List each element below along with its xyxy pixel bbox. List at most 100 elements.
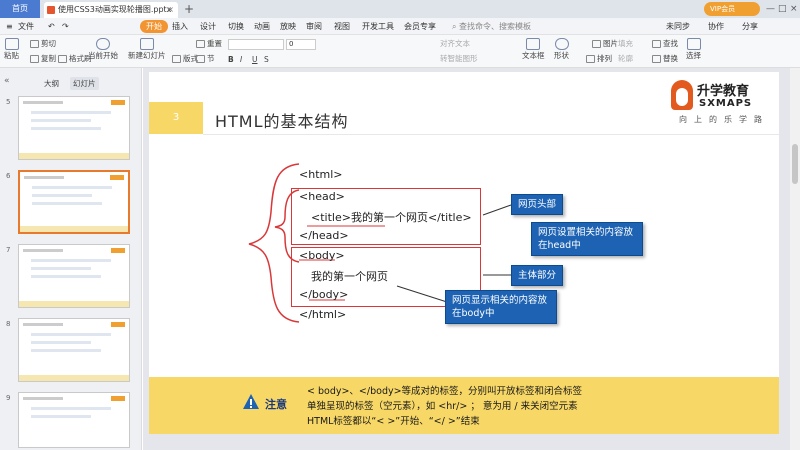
align-text-button[interactable]: 对齐文本 [440, 39, 470, 49]
menu-icon[interactable]: ≡ [6, 18, 13, 35]
font-size-select[interactable]: 0 [286, 39, 316, 50]
close-tab-icon[interactable]: × [167, 2, 174, 18]
section-button[interactable]: 节 [196, 54, 215, 64]
find-icon [652, 40, 661, 48]
head-pointer [482, 204, 512, 216]
search-icon: ⌕ [452, 22, 457, 31]
collapse-panel-icon[interactable]: « [4, 76, 10, 86]
tab-developer[interactable]: 开发工具 [362, 18, 394, 35]
command-search-placeholder: 查找命令、搜索模板 [459, 22, 532, 31]
outline-button[interactable]: 轮廓 [618, 54, 633, 64]
tab-slides[interactable]: 幻灯片 [70, 77, 99, 90]
replace-label: 替换 [663, 54, 678, 63]
body-desc-callout: 网页显示相关的内容放在body中 [445, 290, 557, 324]
shape-icon [554, 38, 569, 50]
slide-canvas[interactable]: 3 HTML的基本结构 升学教育 SXMAPS 向上的乐学路 <html> <h… [149, 72, 779, 434]
tab-insert[interactable]: 插入 [172, 18, 188, 35]
strikethrough-button[interactable]: S [264, 55, 269, 65]
cut-label: 剪切 [41, 39, 56, 48]
replace-button[interactable]: 替换 [652, 54, 678, 64]
maximize-button[interactable]: □ [778, 0, 787, 18]
shape-button[interactable]: 形状 [554, 38, 569, 61]
picture-button[interactable]: 图片 [592, 39, 618, 49]
close-window-button[interactable]: × [790, 0, 798, 18]
find-button[interactable]: 查找 [652, 39, 678, 49]
tab-transitions[interactable]: 切换 [228, 18, 244, 35]
tab-member[interactable]: 会员专享 [404, 18, 436, 35]
slide-thumbnail[interactable] [18, 318, 130, 382]
collaborate-button[interactable]: 协作 [708, 18, 724, 35]
tab-home[interactable]: 开始 [140, 20, 168, 33]
title-bar: 首页 使用CSS3动画实现轮播图.pptx × + VIP会员 — □ × [0, 0, 800, 18]
text-box-button[interactable]: 文本框 [522, 38, 545, 61]
new-tab-button[interactable]: + [184, 0, 194, 18]
slide-thumbnail[interactable] [18, 96, 130, 160]
scissors-icon [30, 40, 39, 48]
slide-thumbnail-selected[interactable] [18, 170, 130, 234]
warning-icon [243, 394, 259, 409]
copy-icon [30, 55, 39, 63]
slide-number: 7 [6, 246, 11, 254]
undo-icon[interactable]: ↶ [48, 18, 55, 35]
tab-file[interactable]: 文件 [18, 18, 34, 35]
minimize-button[interactable]: — [766, 0, 775, 18]
arrange-label: 排列 [597, 54, 612, 63]
brush-icon [58, 55, 67, 63]
paste-button[interactable]: 粘贴 [4, 38, 19, 61]
slide-thumbnail[interactable] [18, 244, 130, 308]
command-search[interactable]: ⌕ 查找命令、搜索模板 [452, 18, 531, 35]
tab-view[interactable]: 视图 [334, 18, 350, 35]
slide-thumbnail[interactable] [18, 392, 130, 448]
layout-button[interactable]: 版式 [172, 54, 198, 64]
text-box-label: 文本框 [522, 51, 545, 60]
code-line: </body> [299, 288, 349, 301]
select-label: 选择 [686, 51, 701, 60]
document-tab[interactable]: 使用CSS3动画实现轮播图.pptx × [44, 2, 178, 18]
tab-design[interactable]: 设计 [200, 18, 216, 35]
user-badge-label: VIP会员 [710, 5, 736, 13]
pptx-file-icon [47, 6, 55, 14]
arrange-button[interactable]: 排列 [586, 54, 612, 64]
picture-label: 图片 [603, 39, 618, 48]
underline-button[interactable]: U [252, 55, 258, 65]
body-label-callout: 主体部分 [511, 265, 564, 286]
reset-label: 重置 [207, 39, 222, 48]
cut-button[interactable]: 剪切 [30, 39, 56, 49]
home-tab[interactable]: 首页 [0, 0, 40, 18]
smartart-label: 转智能图形 [440, 54, 478, 63]
slide-number: 5 [6, 98, 11, 106]
replace-icon [652, 55, 661, 63]
share-button[interactable]: 分享 [742, 18, 758, 35]
user-badge[interactable]: VIP会员 [704, 2, 760, 16]
vertical-scrollbar[interactable] [790, 68, 800, 450]
slide-number: 8 [6, 320, 11, 328]
sync-status[interactable]: 未同步 [666, 18, 690, 35]
redo-icon[interactable]: ↷ [62, 18, 69, 35]
select-button[interactable]: 选择 [686, 38, 701, 61]
scrollbar-thumb[interactable] [792, 144, 798, 184]
note-line: < body>、</body>等成对的标签，分别叫开放标签和闭合标签 [307, 386, 583, 397]
note-line: 单独呈现的标签（空元素），如 <hr/> ； 意为用 / 来关闭空元素 [307, 401, 578, 412]
play-from-current-button[interactable]: 当前开始 [88, 38, 118, 61]
new-slide-button[interactable]: 新建幻灯片 [128, 38, 166, 61]
italic-button[interactable]: I [240, 55, 242, 65]
bold-button[interactable]: B [228, 55, 234, 65]
font-family-select[interactable] [228, 39, 284, 50]
tab-slideshow[interactable]: 放映 [280, 18, 296, 35]
tab-outline[interactable]: 大纲 [44, 78, 59, 89]
slide-number: 6 [6, 172, 11, 180]
fill-label: 填充 [618, 39, 633, 48]
copy-button[interactable]: 复制 [30, 54, 56, 64]
code-line: 我的第一个网页 [311, 270, 388, 283]
text-box-icon [526, 38, 541, 50]
slide-panel: « 大纲 幻灯片 5 6 7 8 9 [0, 68, 142, 450]
reset-button[interactable]: 重置 [196, 39, 222, 49]
tab-animation[interactable]: 动画 [254, 18, 270, 35]
outline-label: 轮廓 [618, 54, 633, 63]
format-painter-button[interactable]: 格式刷 [58, 54, 92, 64]
reset-icon [196, 40, 205, 48]
smartart-button[interactable]: 转智能图形 [440, 54, 478, 64]
fill-button[interactable]: 填充 [618, 39, 633, 49]
tab-review[interactable]: 审阅 [306, 18, 322, 35]
code-line: </html> [299, 308, 347, 321]
